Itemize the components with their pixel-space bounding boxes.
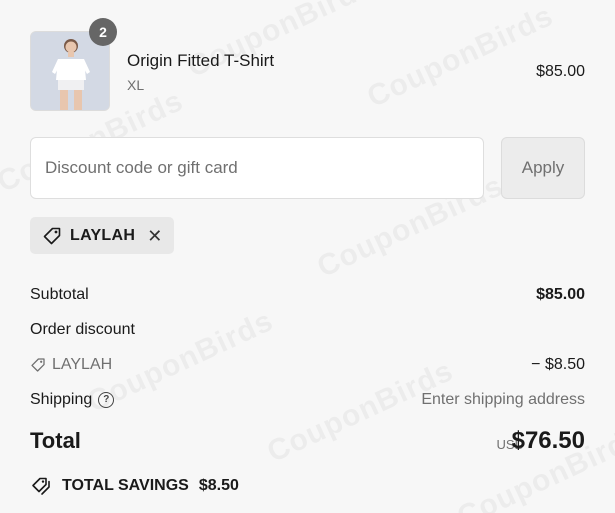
info-icon[interactable]: ? [98, 391, 115, 408]
total-label: Total [30, 428, 81, 453]
product-variant: XL [127, 77, 145, 93]
total-savings: TOTAL SAVINGS $8.50 [30, 476, 239, 496]
tags-icon [32, 477, 50, 495]
apply-button[interactable]: Apply [501, 137, 585, 199]
discount-code-input[interactable] [30, 137, 484, 199]
quantity-badge: 2 [89, 18, 117, 46]
summary-discount-code: LAYLAH [52, 356, 113, 373]
total-amount: $76.50 [511, 427, 585, 454]
applied-discount-chip: LAYLAH ✕ [30, 217, 175, 254]
order-discount-label: Order discount [30, 321, 135, 338]
shipping-row: Shipping? [30, 391, 115, 409]
watermark: CouponBirds [182, 0, 379, 85]
applied-discount-code: LAYLAH [70, 226, 136, 244]
watermark: CouponBirds [362, 0, 559, 115]
discount-amount: − $8.50 [531, 356, 585, 373]
shipping-label: Shipping [30, 391, 93, 408]
product-title: Origin Fitted T-Shirt [127, 51, 275, 70]
subtotal-value: $85.00 [536, 286, 585, 303]
discount-code-row: LAYLAH [30, 356, 112, 374]
remove-discount-icon[interactable]: ✕ [147, 227, 162, 245]
tag-icon [43, 227, 61, 244]
product-price: $85.00 [536, 63, 585, 80]
total-savings-label: TOTAL SAVINGS [62, 477, 189, 494]
total-savings-value: $8.50 [198, 477, 239, 494]
watermark: CouponBirds [262, 354, 459, 470]
subtotal-label: Subtotal [30, 286, 89, 303]
shipping-value: Enter shipping address [421, 391, 585, 408]
tag-icon [31, 358, 45, 372]
